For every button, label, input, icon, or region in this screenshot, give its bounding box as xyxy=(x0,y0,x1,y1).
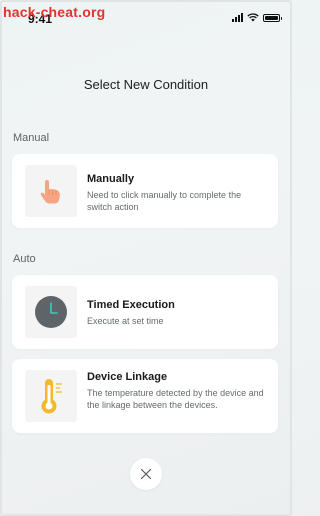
section-label-manual: Manual xyxy=(13,132,50,144)
cellular-signal-icon xyxy=(232,13,243,22)
close-button[interactable] xyxy=(130,458,162,490)
tap-hand-icon xyxy=(40,180,60,204)
card-thumbnail xyxy=(25,165,77,217)
card-title: Manually xyxy=(87,173,135,185)
condition-card-timed-execution[interactable]: Timed Execution Execute at set time xyxy=(12,275,278,349)
clock-icon xyxy=(35,296,67,328)
status-icons xyxy=(232,13,282,22)
section-label-auto: Auto xyxy=(13,253,36,265)
wifi-icon xyxy=(247,13,259,22)
battery-icon xyxy=(263,13,282,22)
page-title: Select New Condition xyxy=(83,77,209,92)
condition-card-device-linkage[interactable]: Device Linkage The temperature detected … xyxy=(12,359,278,433)
card-title: Timed Execution xyxy=(87,299,175,311)
card-title: Device Linkage xyxy=(87,371,168,383)
watermark-text: hack-cheat.org xyxy=(3,4,106,20)
card-description: Execute at set time xyxy=(87,316,164,326)
close-icon xyxy=(140,468,152,480)
condition-card-manually[interactable]: Manually Need to click manually to compl… xyxy=(12,154,278,228)
thermometer-icon xyxy=(41,379,62,414)
card-description: Need to click manually to complete the s… xyxy=(87,190,242,212)
card-thumbnail xyxy=(25,370,77,422)
card-description: The temperature detected by the device a… xyxy=(87,388,264,410)
card-thumbnail xyxy=(25,286,77,338)
